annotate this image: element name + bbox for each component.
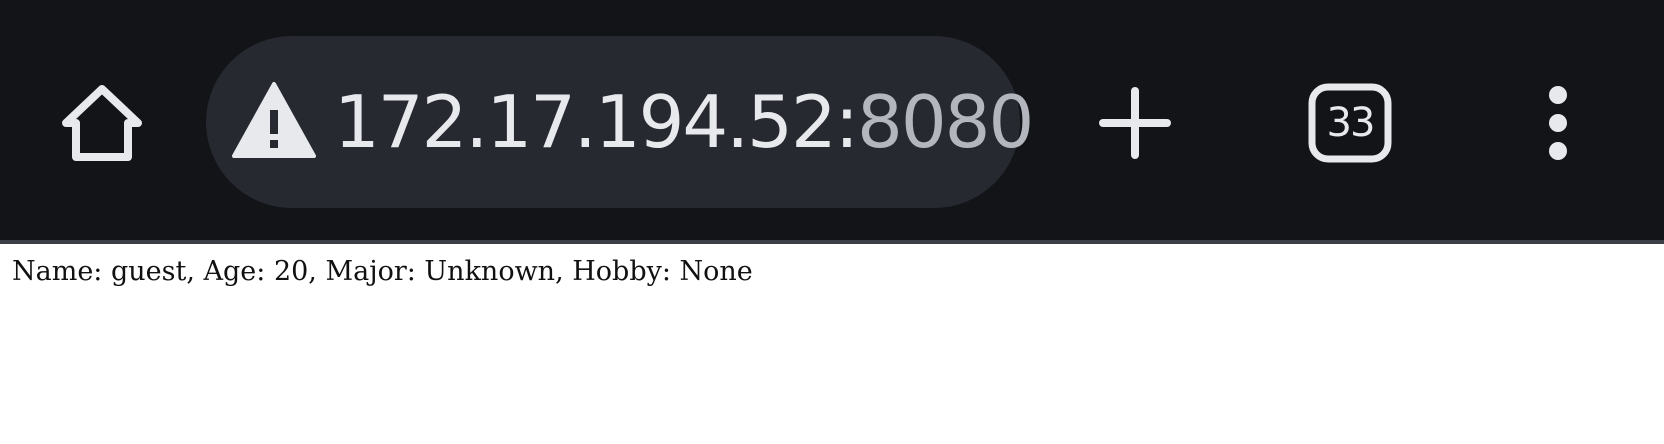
page-text: Name: guest, Age: 20, Major: Unknown, Ho… bbox=[12, 256, 753, 287]
new-tab-button[interactable] bbox=[1090, 78, 1180, 168]
plus-icon bbox=[1099, 87, 1171, 159]
more-vert-icon bbox=[1549, 86, 1567, 160]
home-icon bbox=[62, 85, 142, 161]
address-host: 172.17.194.52: bbox=[334, 80, 859, 164]
address-bar[interactable]: 172.17.194.52:8080 bbox=[206, 36, 1034, 208]
warning-icon bbox=[232, 82, 316, 158]
tab-switcher-button[interactable]: 33 bbox=[1302, 78, 1398, 168]
browser-toolbar: 172.17.194.52:8080 33 bbox=[0, 0, 1664, 244]
address-port: 8080 bbox=[857, 80, 1034, 164]
menu-button[interactable] bbox=[1528, 78, 1588, 168]
address-text[interactable]: 172.17.194.52:8080 bbox=[334, 76, 1034, 168]
home-button[interactable] bbox=[52, 78, 152, 168]
tab-count: 33 bbox=[1326, 100, 1376, 146]
